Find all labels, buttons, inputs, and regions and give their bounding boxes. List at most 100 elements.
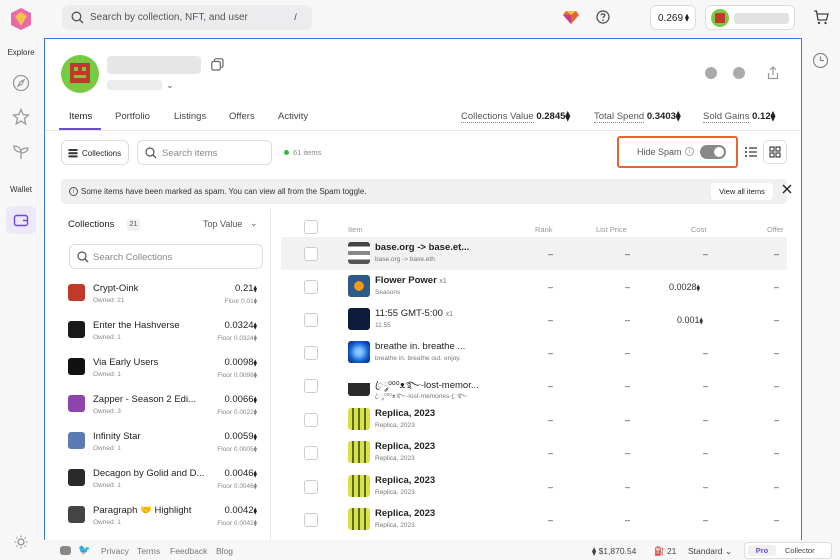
- item-rank: –: [548, 315, 554, 325]
- row-checkbox[interactable]: [304, 513, 318, 527]
- tab-portfolio[interactable]: Portfolio: [115, 111, 150, 122]
- view-all-items-button[interactable]: View all items: [711, 183, 773, 200]
- collections-search-input[interactable]: Search Collections: [69, 244, 263, 269]
- row-checkbox[interactable]: [304, 280, 318, 294]
- mode-switch[interactable]: Pro Collector: [744, 542, 832, 559]
- row-checkbox[interactable]: [304, 346, 318, 360]
- blur-icon[interactable]: [733, 67, 745, 79]
- collection-owned: Owned: 1: [93, 445, 121, 452]
- collections-count: 21: [127, 219, 140, 231]
- pro-mode-button[interactable]: Pro: [748, 545, 776, 556]
- help-icon[interactable]: [596, 10, 610, 24]
- app-logo[interactable]: [9, 7, 33, 31]
- sort-select[interactable]: Top Value: [203, 219, 242, 229]
- footer-link-feedback[interactable]: Feedback: [170, 546, 207, 556]
- recent-activity-icon[interactable]: [812, 52, 829, 69]
- gem-icon[interactable]: [563, 10, 579, 24]
- tab-activity[interactable]: Activity: [278, 111, 308, 122]
- collection-row[interactable]: Crypt-Oink Owned: 21 0.21⧫ Floor 0.01⧫: [63, 282, 261, 318]
- collection-row[interactable]: Paragraph 🤝 Highlight Owned: 1 0.0042⧫ Floo…: [63, 504, 261, 540]
- tabs-divider: [45, 130, 801, 131]
- collection-thumbnail: [68, 358, 85, 375]
- global-search[interactable]: Search by collection, NFT, and user /: [62, 5, 312, 30]
- collection-price: 0.21⧫: [235, 283, 257, 294]
- collection-row[interactable]: Via Early Users Owned: 1 0.0098⧫ Floor 0.00…: [63, 356, 261, 392]
- compass-icon[interactable]: [10, 72, 32, 94]
- item-collection: 11:55: [375, 322, 391, 329]
- discord-icon[interactable]: [60, 546, 71, 555]
- chevron-down-icon[interactable]: ⌄: [250, 218, 258, 229]
- row-checkbox[interactable]: [304, 247, 318, 261]
- column-header-list-price[interactable]: List Price: [596, 225, 627, 234]
- item-cost: –: [703, 448, 709, 458]
- opensea-icon[interactable]: [705, 67, 717, 79]
- collection-row[interactable]: Enter the Hashverse Owned: 1 0.0324⧫ Floor …: [63, 319, 261, 355]
- tab-items[interactable]: Items: [69, 111, 92, 122]
- profile-address-redacted: [107, 80, 162, 90]
- column-header-item: Item: [348, 225, 363, 234]
- collection-floor: Floor 0.0324⧫: [217, 335, 257, 342]
- hide-spam-toggle[interactable]: [700, 145, 726, 159]
- collection-thumbnail: [68, 432, 85, 449]
- chevron-down-icon[interactable]: ⌄: [166, 80, 174, 91]
- item-name: Replica, 2023: [375, 441, 436, 452]
- item-cost: –: [703, 482, 709, 492]
- collection-name: Infinity Star: [93, 431, 141, 442]
- footer-link-privacy[interactable]: Privacy: [101, 546, 129, 556]
- account-button[interactable]: [705, 5, 795, 30]
- row-checkbox[interactable]: [304, 413, 318, 427]
- select-all-checkbox[interactable]: [304, 220, 318, 234]
- stat-value: 0.3403: [646, 111, 676, 122]
- collections-filter-button[interactable]: Collections: [61, 140, 129, 165]
- item-collection: ꦿ༘⁰⁰⁰ᴥ࿐-lost-memories-ꦿ࿐: [375, 393, 468, 400]
- collection-thumbnail: [68, 321, 85, 338]
- item-thumbnail: [348, 408, 370, 430]
- stat-sold-gains: Sold Gains 0.12⧫: [703, 111, 776, 123]
- wallet-icon[interactable]: [6, 206, 36, 234]
- item-list-price: –: [625, 482, 631, 492]
- item-thumbnail: [348, 242, 370, 264]
- item-rank: –: [548, 448, 554, 458]
- collection-row[interactable]: Infinity Star Owned: 1 0.0059⧫ Floor 0.0005…: [63, 430, 261, 466]
- sprout-icon[interactable]: [10, 141, 32, 163]
- close-icon[interactable]: [782, 184, 792, 194]
- row-checkbox[interactable]: [304, 313, 318, 327]
- collection-owned: Owned: 1: [93, 519, 121, 526]
- footer-link-terms[interactable]: Terms: [137, 546, 160, 556]
- grid-view-icon[interactable]: [763, 140, 787, 164]
- share-icon[interactable]: [767, 66, 779, 80]
- item-offer: –: [774, 249, 780, 259]
- tab-listings[interactable]: Listings: [174, 111, 206, 122]
- item-offer: –: [774, 381, 780, 391]
- column-header-rank[interactable]: Rank: [535, 225, 553, 234]
- item-list-price: –: [625, 249, 631, 259]
- item-cost: 0.0028⧫: [669, 282, 700, 292]
- collection-row[interactable]: Decagon by Golid and D... Owned: 1 0.0046⧫…: [63, 467, 261, 503]
- collection-row[interactable]: Zapper - Season 2 Edi... Owned: 3 0.0066⧫ F…: [63, 393, 261, 429]
- list-view-icon[interactable]: [741, 142, 761, 162]
- copy-icon[interactable]: [211, 58, 224, 71]
- item-rank: –: [548, 415, 554, 425]
- tab-offers[interactable]: Offers: [229, 111, 255, 122]
- row-checkbox[interactable]: [304, 480, 318, 494]
- collection-price: 0.0324⧫: [224, 320, 257, 331]
- twitter-icon[interactable]: 🐦: [78, 545, 90, 556]
- item-cost: –: [703, 249, 709, 259]
- collections-search-placeholder: Search Collections: [93, 252, 173, 263]
- footer-link-blog[interactable]: Blog: [216, 546, 233, 556]
- items-search-input[interactable]: Search items: [137, 140, 272, 165]
- collector-mode-button[interactable]: Collector: [785, 546, 815, 555]
- cart-icon[interactable]: [813, 9, 829, 25]
- column-header-cost[interactable]: Cost: [691, 225, 706, 234]
- gas-mode-select[interactable]: Standard ⌄: [688, 546, 732, 557]
- collection-name: Paragraph 🤝 Highlight: [93, 505, 192, 516]
- star-icon[interactable]: [10, 106, 32, 128]
- item-thumbnail: [348, 475, 370, 497]
- item-thumbnail: [348, 374, 370, 396]
- row-checkbox[interactable]: [304, 379, 318, 393]
- collection-thumbnail: [68, 395, 85, 412]
- column-header-offer[interactable]: Offer: [767, 225, 784, 234]
- balance-button[interactable]: 0.269 ⧫: [650, 5, 696, 30]
- theme-toggle-icon[interactable]: [10, 531, 32, 553]
- row-checkbox[interactable]: [304, 446, 318, 460]
